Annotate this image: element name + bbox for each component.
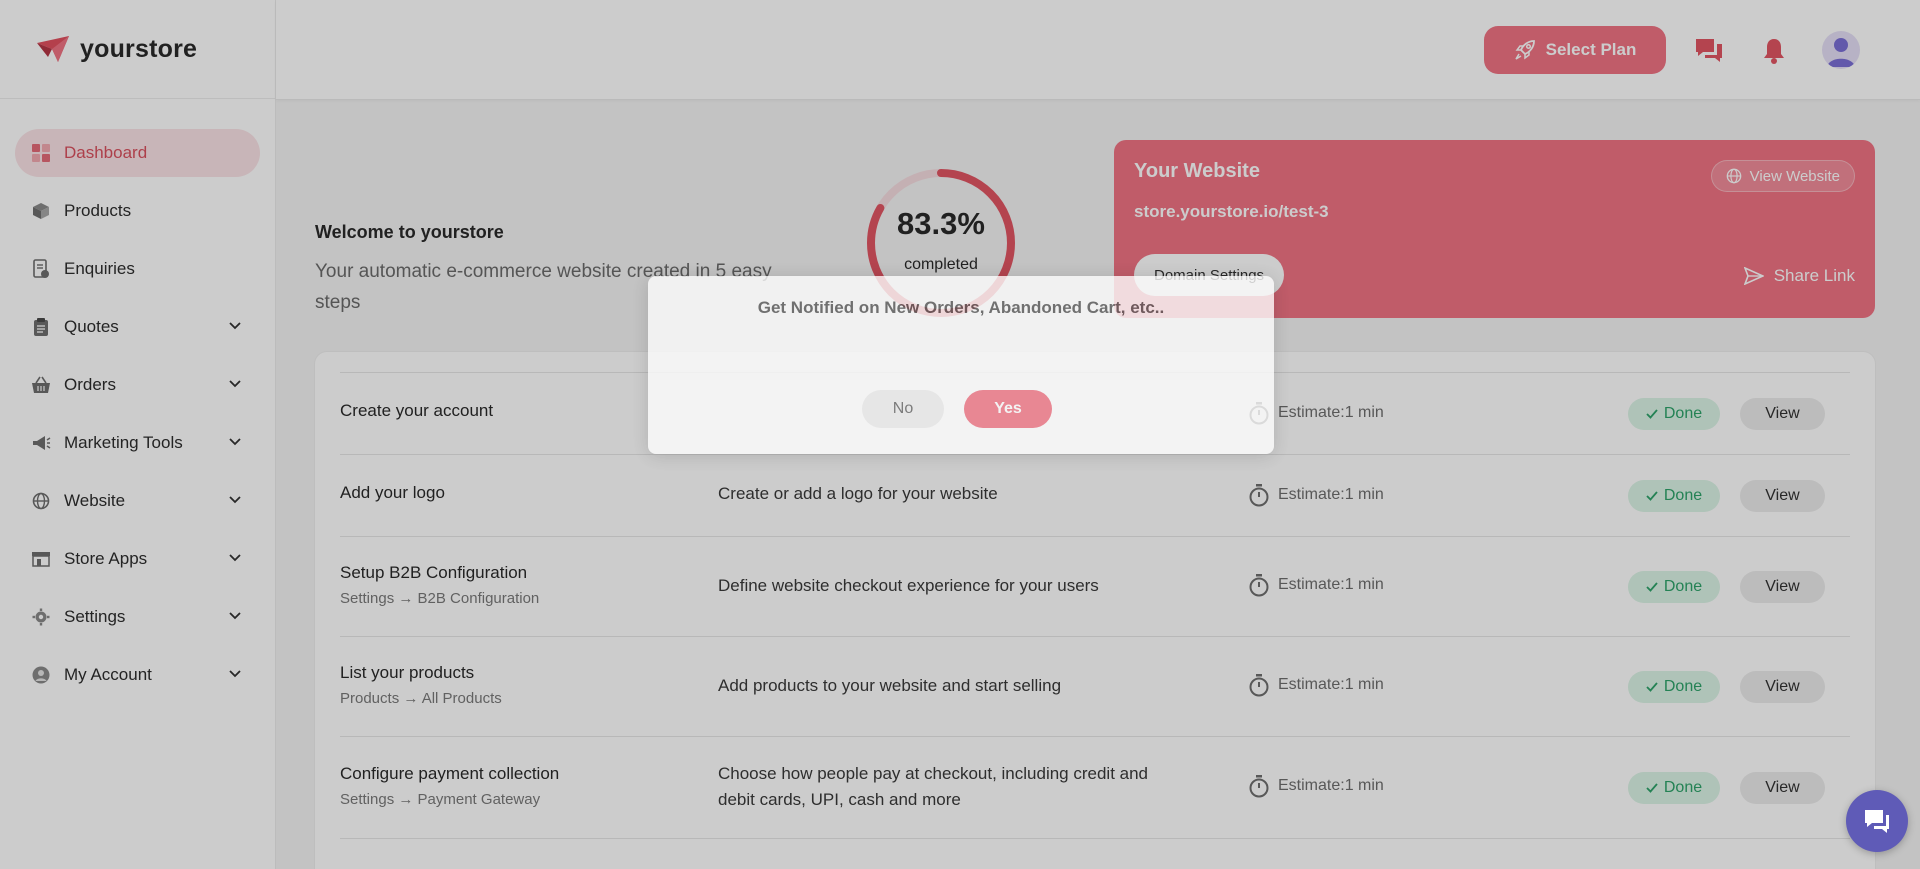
notify-no-button[interactable]: No: [862, 390, 944, 428]
notification-prompt: Get Notified on New Orders, Abandoned Ca…: [648, 276, 1274, 454]
notification-prompt-text: Get Notified on New Orders, Abandoned Ca…: [757, 298, 1165, 317]
support-chat-button[interactable]: [1846, 790, 1908, 852]
chat-bubble-icon: [1865, 810, 1889, 833]
notify-yes-button[interactable]: Yes: [964, 390, 1052, 428]
